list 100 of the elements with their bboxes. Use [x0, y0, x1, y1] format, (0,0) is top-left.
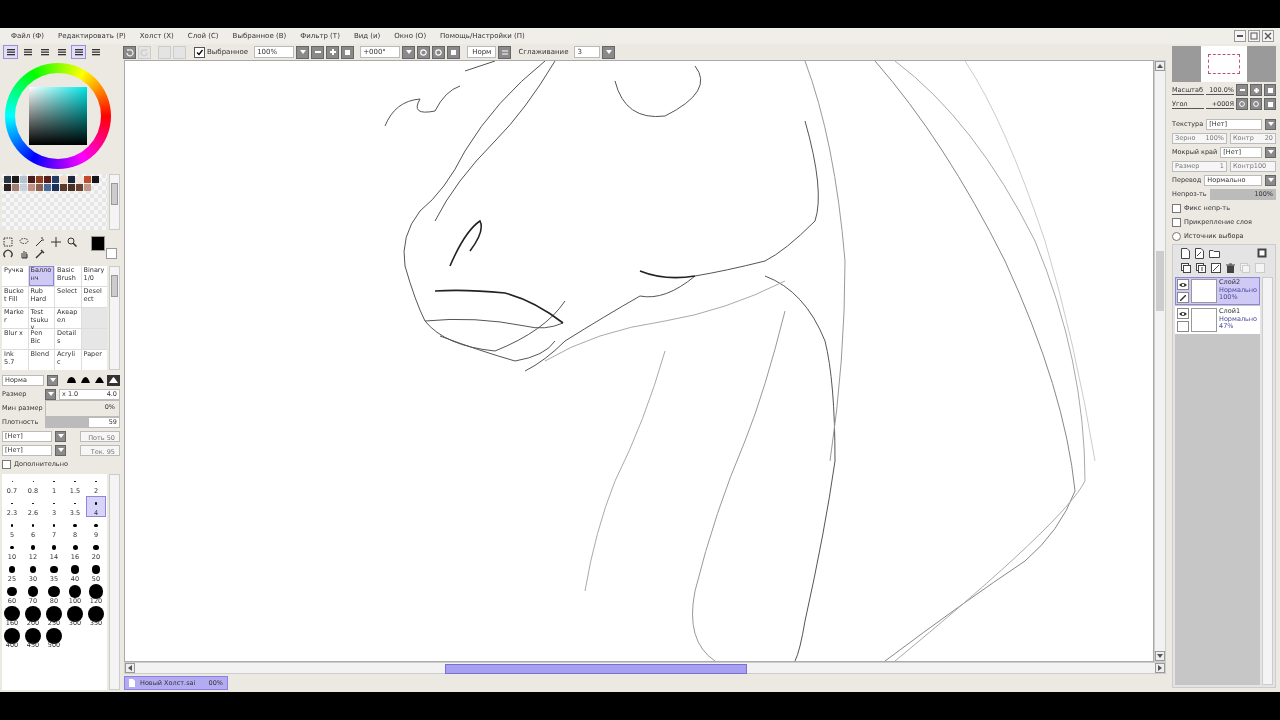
visibility-toggle[interactable]	[1177, 308, 1189, 319]
maximize-button[interactable]	[1248, 30, 1260, 42]
clear-layer-icon[interactable]	[1211, 263, 1221, 273]
color-swatch[interactable]	[20, 176, 27, 183]
scrollbar[interactable]	[109, 266, 120, 370]
color-swatch[interactable]	[44, 176, 51, 183]
copy-layer-icon[interactable]	[1181, 263, 1191, 273]
merge-down-icon[interactable]	[1196, 263, 1206, 273]
zoom-in-button[interactable]	[326, 45, 340, 59]
rotate-left-button[interactable]	[417, 45, 431, 59]
minimize-button[interactable]	[1234, 30, 1246, 42]
magic-wand-icon[interactable]	[35, 237, 45, 247]
color-swatch[interactable]	[4, 176, 11, 183]
rotate-left-button[interactable]	[1236, 98, 1248, 110]
document-icon	[129, 679, 135, 687]
color-swatch[interactable]	[12, 184, 19, 191]
color-swatch[interactable]	[76, 176, 83, 183]
radio-button[interactable]	[1172, 231, 1181, 241]
rotate-right-icon	[1253, 101, 1259, 107]
color-swatch[interactable]	[20, 184, 27, 191]
brush-tip-shape[interactable]	[93, 374, 106, 386]
rotate-right-button[interactable]	[432, 45, 446, 59]
color-swatch[interactable]	[44, 184, 51, 191]
brush-tip-shape[interactable]	[79, 374, 92, 386]
scroll-thumb[interactable]	[1156, 251, 1164, 311]
new-linework-layer-icon[interactable]	[1195, 247, 1204, 259]
scroll-right-button[interactable]	[1155, 663, 1165, 673]
dropdown-button[interactable]	[1265, 118, 1276, 130]
visibility-toggle[interactable]	[1177, 279, 1189, 290]
lines-icon	[90, 48, 101, 56]
lasso-icon[interactable]	[19, 237, 29, 247]
reset-zoom-button[interactable]	[1264, 84, 1276, 96]
zoom-out-button[interactable]	[311, 45, 325, 59]
dropdown-button[interactable]	[47, 374, 58, 386]
rotate-right-button[interactable]	[1250, 98, 1262, 110]
panel-toggle[interactable]	[3, 45, 18, 59]
scrollbar[interactable]	[109, 474, 120, 690]
color-swatch[interactable]	[76, 184, 83, 191]
color-swatch[interactable]	[92, 176, 99, 183]
color-palette[interactable]	[2, 174, 107, 230]
flip-button[interactable]	[498, 45, 512, 59]
zoom-in-button[interactable]	[1250, 84, 1262, 96]
color-swatch[interactable]	[84, 184, 91, 191]
selection-checkbox[interactable]	[194, 46, 205, 58]
reset-rotation-button[interactable]	[1264, 98, 1276, 110]
layer-lock-toggle[interactable]	[1177, 321, 1189, 332]
hand-icon[interactable]	[19, 249, 29, 259]
mask-icon[interactable]	[1257, 248, 1267, 258]
color-swatch[interactable]	[84, 176, 91, 183]
dropdown-button[interactable]	[602, 45, 616, 59]
scrollbar[interactable]	[109, 174, 120, 230]
scrollbar[interactable]	[1262, 277, 1273, 685]
color-swatch[interactable]	[36, 176, 43, 183]
panel-toggle[interactable]	[71, 45, 86, 59]
close-button[interactable]	[1262, 30, 1274, 42]
dropdown-button[interactable]	[402, 45, 416, 59]
advanced-checkbox[interactable]	[2, 459, 11, 469]
scroll-down-button[interactable]	[1155, 651, 1165, 661]
rotate-icon[interactable]	[3, 249, 13, 259]
color-swatch[interactable]	[60, 184, 67, 191]
dropdown-button[interactable]	[55, 430, 66, 442]
new-layer-icon[interactable]	[1181, 247, 1190, 259]
dropdown-button[interactable]	[45, 388, 56, 400]
scroll-thumb[interactable]	[111, 275, 118, 297]
scroll-up-button[interactable]	[1155, 61, 1165, 71]
scrollbar[interactable]	[124, 662, 1166, 674]
foreground-color-swatch[interactable]	[91, 236, 106, 251]
scroll-left-button[interactable]	[125, 663, 135, 673]
color-swatch[interactable]	[12, 176, 19, 183]
scroll-thumb[interactable]	[445, 663, 747, 674]
color-swatch[interactable]	[60, 176, 67, 183]
move-arrows-icon[interactable]	[51, 237, 61, 247]
color-swatch[interactable]	[52, 184, 59, 191]
dropdown-button[interactable]	[1265, 174, 1276, 186]
color-swatch[interactable]	[36, 184, 43, 191]
color-swatch[interactable]	[28, 176, 35, 183]
dropdown-button[interactable]	[55, 444, 66, 456]
reset-rotation-button[interactable]	[447, 45, 461, 59]
dropdown-button[interactable]	[1265, 146, 1276, 158]
checkbox[interactable]	[1172, 203, 1181, 213]
checkbox[interactable]	[1172, 217, 1181, 227]
scroll-thumb[interactable]	[111, 183, 118, 205]
color-swatch[interactable]	[28, 184, 35, 191]
color-swatch[interactable]	[52, 176, 59, 183]
color-swatch[interactable]	[68, 176, 75, 183]
undo-button[interactable]	[123, 45, 136, 59]
trash-icon[interactable]	[1226, 263, 1235, 273]
folder-icon[interactable]	[1209, 248, 1220, 258]
color-swatch[interactable]	[4, 184, 11, 191]
magnifier-icon[interactable]	[67, 237, 77, 247]
background-color-swatch[interactable]	[106, 248, 117, 259]
brush-tip-shape[interactable]	[107, 374, 120, 386]
zoom-out-button[interactable]	[1236, 84, 1248, 96]
marquee-icon[interactable]	[3, 237, 13, 247]
color-swatch[interactable]	[68, 184, 75, 191]
brush-tip-shape[interactable]	[65, 374, 78, 386]
dropdown-button[interactable]	[296, 45, 310, 59]
eyedropper-icon[interactable]	[35, 249, 45, 259]
reset-zoom-button[interactable]	[341, 45, 355, 59]
scrollbar[interactable]	[1154, 60, 1166, 662]
